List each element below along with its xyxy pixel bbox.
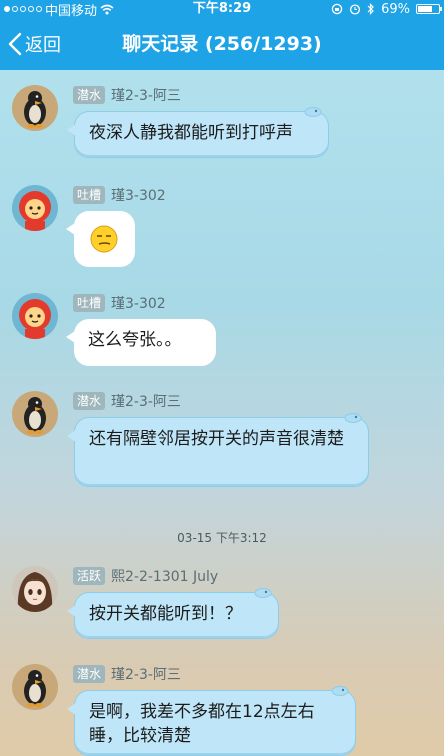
avatar[interactable]: [12, 85, 58, 131]
message-bubble[interactable]: 夜深人静我都能听到打呼声: [67, 107, 329, 158]
penguin-avatar-icon: [12, 664, 58, 710]
message-bubble[interactable]: 按开关都能听到！？: [67, 588, 279, 639]
sender-name: 瑾3-302: [111, 296, 166, 312]
navigation-bar: 返回 聊天记录 (256/1293): [0, 18, 444, 70]
message-text: 这么夸张。。: [88, 330, 182, 350]
message-bubble[interactable]: 这么夸张。。: [66, 319, 216, 366]
smirk-emoji-icon: [90, 225, 118, 253]
bluetooth-icon: [367, 3, 374, 15]
sender-name: 瑾2-3-阿三: [111, 394, 181, 410]
battery-percent: 69%: [381, 1, 410, 17]
member-badge: 活跃: [73, 567, 106, 585]
member-badge: 吐槽: [73, 186, 106, 204]
bubble-decoration-icon: [254, 588, 272, 598]
bubble-decoration-icon: [331, 686, 349, 696]
sender-name: 瑾2-3-阿三: [111, 667, 181, 683]
avatar[interactable]: [12, 664, 58, 710]
bubble-decoration-icon: [304, 107, 322, 117]
message-text: 是啊，我差不多都在12点左右睡，比较清楚: [89, 702, 315, 746]
character-avatar-icon: [12, 293, 58, 339]
status-bar: 中国移动 下午8:29 69%: [0, 0, 444, 19]
member-badge: 潜水: [73, 392, 106, 410]
message-bubble[interactable]: [66, 211, 135, 267]
character-avatar-icon: [12, 185, 58, 231]
bubble-decoration-icon: [344, 413, 362, 423]
message-bubble[interactable]: 还有隔壁邻居按开关的声音很清楚: [67, 413, 369, 487]
sender-name: 熙2-2-1301 July: [111, 569, 219, 585]
battery-icon: [416, 4, 442, 14]
member-badge: 潜水: [73, 665, 106, 683]
message-text: 按开关都能听到！？: [89, 604, 242, 624]
avatar[interactable]: [12, 566, 58, 612]
message-text: 还有隔壁邻居按开关的声音很清楚: [89, 429, 344, 449]
avatar[interactable]: [12, 391, 58, 437]
anime-girl-avatar-icon: [12, 566, 58, 612]
member-badge: 潜水: [73, 86, 106, 104]
orientation-lock-icon: [331, 3, 343, 15]
avatar[interactable]: [12, 185, 58, 231]
penguin-avatar-icon: [12, 85, 58, 131]
penguin-avatar-icon: [12, 391, 58, 437]
message-bubble[interactable]: 是啊，我差不多都在12点左右睡，比较清楚: [67, 686, 356, 756]
message-text: 夜深人静我都能听到打呼声: [89, 123, 293, 143]
alarm-icon: [350, 4, 361, 15]
sender-name: 瑾3-302: [111, 188, 166, 204]
sender-name: 瑾2-3-阿三: [111, 88, 181, 104]
avatar[interactable]: [12, 293, 58, 339]
page-title: 聊天记录 (256/1293): [122, 33, 322, 55]
timestamp-divider: 03-15 下午3:12: [177, 531, 267, 545]
member-badge: 吐槽: [73, 294, 106, 312]
